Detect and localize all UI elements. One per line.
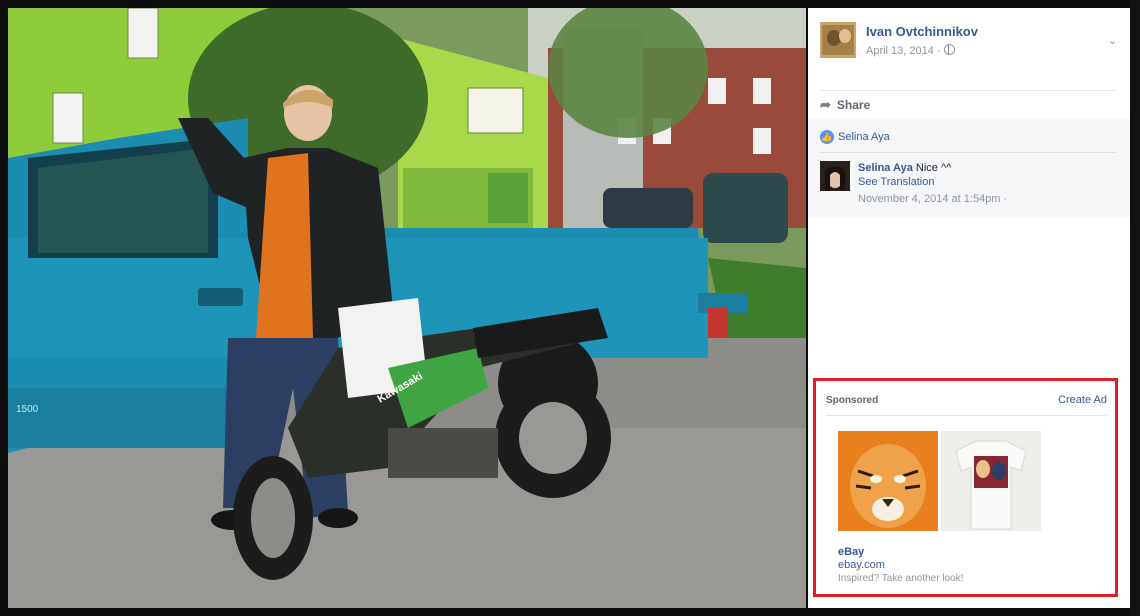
like-thumb-icon: 👍 (820, 129, 834, 144)
comment-item: Selina Aya Nice ^^ See Translation Novem… (820, 161, 1116, 211)
ad-title[interactable]: eBay (838, 546, 864, 558)
post-photo[interactable]: 1500 Kawasaki (8, 8, 806, 608)
photo-scene: 1500 Kawasaki (8, 8, 806, 608)
author-avatar-image (820, 22, 856, 58)
see-translation-link[interactable]: See Translation (858, 176, 934, 188)
ad-description: Inspired? Take another look! (838, 573, 964, 584)
share-arrow-icon: ➦ (820, 97, 831, 112)
sponsored-label: Sponsored (826, 395, 879, 406)
sponsored-ad: Sponsored Create Ad eBay ebay.com Inspir… (813, 378, 1118, 597)
ad-domain[interactable]: ebay.com (838, 559, 885, 571)
post-side-panel: Ivan Ovtchinnikov April 13, 2014 · ⌄ ➦ Sh… (808, 8, 1130, 608)
divider (820, 152, 1116, 153)
commenter-avatar[interactable] (820, 161, 850, 191)
ad-image-tiger-shirt[interactable] (838, 431, 938, 531)
truck-badge: 1500 (16, 404, 39, 415)
commenter-avatar-image (820, 161, 850, 191)
comment-timestamp[interactable]: November 4, 2014 at 1:54pm · (858, 193, 1007, 205)
ad-header: Sponsored Create Ad (826, 393, 1107, 409)
share-label: Share (836, 98, 871, 112)
likes-summary: 👍 Selina Aya (820, 128, 890, 144)
reactions-and-comments: 👍 Selina Aya Selina Aya Nice ^^ See Trans… (808, 118, 1130, 218)
share-button[interactable]: ➦ Share (820, 97, 870, 115)
post-date-row: April 13, 2014 · (866, 44, 955, 57)
post-header: Ivan Ovtchinnikov April 13, 2014 · ⌄ (820, 22, 1118, 62)
post-date[interactable]: April 13, 2014 · (866, 45, 941, 57)
tiger-shirt-image (838, 431, 938, 531)
viewport-edge (1130, 0, 1140, 616)
divider (820, 90, 1116, 91)
comment-body: Nice ^^ (915, 162, 952, 174)
chevron-down-icon[interactable]: ⌄ (1108, 36, 1118, 47)
print-shirt-image (941, 431, 1041, 531)
comment-text-row: Selina Aya Nice ^^ (858, 161, 951, 175)
liker-name[interactable]: Selina Aya (838, 131, 890, 143)
create-ad-link[interactable]: Create Ad (1058, 394, 1107, 406)
author-avatar[interactable] (820, 22, 856, 58)
commenter-name[interactable]: Selina Aya (858, 162, 913, 174)
ad-image-print-shirt[interactable] (941, 431, 1041, 531)
divider (826, 415, 1107, 416)
globe-icon[interactable] (943, 44, 955, 55)
author-name[interactable]: Ivan Ovtchinnikov (866, 24, 978, 39)
